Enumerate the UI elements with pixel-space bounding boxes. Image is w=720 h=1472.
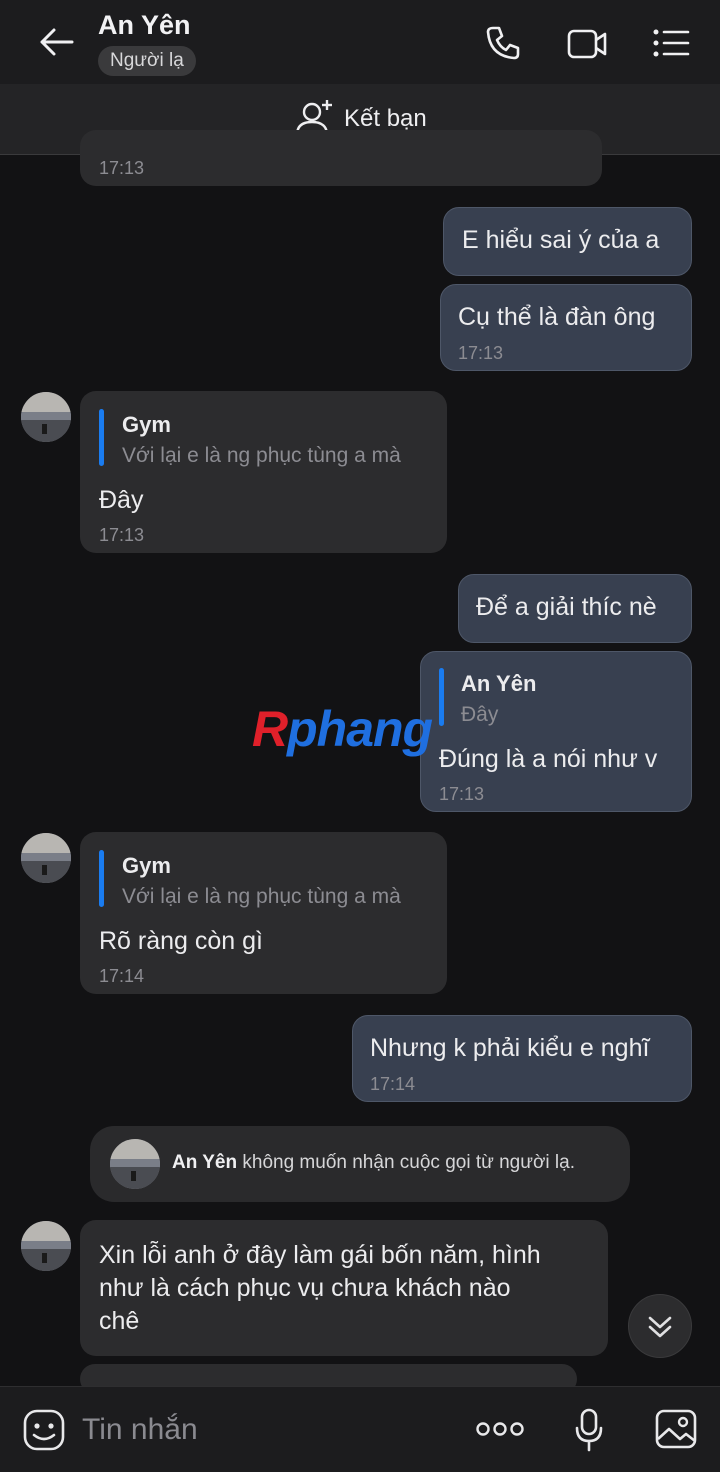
image-gallery-icon[interactable] xyxy=(654,1408,698,1450)
message-text-line: Xin lỗi anh ở đây làm gái bốn năm, hình xyxy=(99,1241,541,1269)
quote-bar xyxy=(99,850,104,907)
message-text: E hiểu sai ý của a xyxy=(462,226,660,254)
video-call-icon[interactable] xyxy=(566,26,608,62)
avatar xyxy=(110,1139,160,1189)
message-text-line: chê xyxy=(99,1307,140,1335)
back-arrow-icon[interactable] xyxy=(36,24,76,60)
quote-text: Với lại e là ng phục tùng a mà xyxy=(122,444,401,467)
quote-sender: Gym xyxy=(122,412,171,437)
message-time: 17:13 xyxy=(458,343,504,363)
microphone-icon[interactable] xyxy=(574,1408,604,1452)
add-friend-label[interactable]: Kết bạn xyxy=(344,105,427,133)
quote-text: Đây xyxy=(461,703,499,726)
message-time: 17:14 xyxy=(99,966,145,986)
stranger-badge: Người lạ xyxy=(98,46,196,76)
message-time: 17:13 xyxy=(439,784,485,804)
message-text: Rõ ràng còn gì xyxy=(99,927,263,955)
message-input[interactable] xyxy=(82,1408,442,1452)
message-time: 17:13 xyxy=(99,525,145,545)
message-text-line: như là cách phục vụ chưa khách nào xyxy=(99,1274,511,1302)
message-text: Đây xyxy=(99,486,144,514)
contact-name[interactable]: An Yên xyxy=(98,10,191,41)
scroll-to-bottom-button[interactable] xyxy=(628,1294,692,1358)
quote-bar xyxy=(99,409,104,466)
avatar[interactable] xyxy=(21,392,71,442)
more-options-icon[interactable] xyxy=(476,1420,524,1438)
quote-text: Với lại e là ng phục tùng a mà xyxy=(122,885,401,908)
message-time: 17:13 xyxy=(99,158,145,178)
phone-call-icon[interactable] xyxy=(484,24,522,62)
quote-sender: An Yên xyxy=(461,671,537,696)
system-notice-message: không muốn nhận cuộc gọi từ người lạ. xyxy=(242,1152,575,1173)
message-text: Đúng là a nói như v xyxy=(439,745,658,773)
message-bubble-incoming[interactable] xyxy=(80,130,602,186)
watermark-logo: Rphang xyxy=(252,701,433,757)
system-notice-text: An Yên không muốn nhận cuộc gọi từ người… xyxy=(172,1152,575,1174)
avatar[interactable] xyxy=(21,833,71,883)
menu-list-icon[interactable] xyxy=(652,27,690,59)
message-text: Cụ thể là đàn ông xyxy=(458,303,656,331)
message-text: Nhưng k phải kiểu e nghĩ xyxy=(370,1034,650,1062)
system-notice-name: An Yên xyxy=(172,1152,238,1173)
double-chevron-down-icon xyxy=(648,1316,672,1338)
emoji-sticker-icon[interactable] xyxy=(22,1408,66,1452)
message-text: Để a giải thíc nè xyxy=(476,593,657,621)
quote-bar xyxy=(439,668,444,726)
avatar[interactable] xyxy=(21,1221,71,1271)
quote-sender: Gym xyxy=(122,853,171,878)
message-time: 17:14 xyxy=(370,1074,416,1094)
